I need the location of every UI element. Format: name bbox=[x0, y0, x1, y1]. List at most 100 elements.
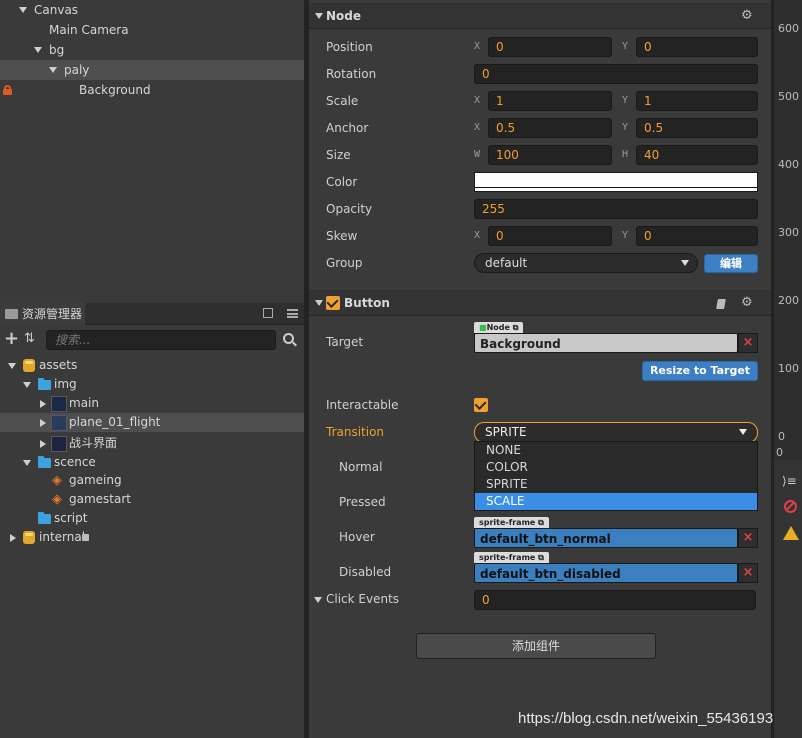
rotation-field[interactable]: 0 bbox=[474, 64, 758, 84]
scene-fire-icon: ◈ bbox=[52, 473, 62, 488]
image-thumbnail-icon bbox=[51, 436, 67, 452]
skew-x-field[interactable]: 0 bbox=[488, 226, 612, 246]
group-select[interactable]: default bbox=[474, 253, 698, 273]
expand-arrow-icon[interactable] bbox=[34, 47, 42, 53]
node-type-tag-label: Node bbox=[486, 323, 510, 332]
hover-sprite-field[interactable]: default_btn_normal bbox=[474, 528, 738, 548]
size-w-label: W bbox=[474, 149, 481, 160]
normal-label: Normal bbox=[339, 460, 383, 474]
book-icon[interactable] bbox=[716, 299, 726, 309]
skew-y-label: Y bbox=[622, 230, 629, 241]
clear-target-icon[interactable]: × bbox=[738, 333, 758, 353]
database-icon bbox=[23, 531, 35, 544]
asset-item-assets[interactable]: assets bbox=[0, 356, 304, 375]
transition-option-scale[interactable]: SCALE bbox=[475, 493, 757, 510]
menu-icon[interactable] bbox=[287, 309, 298, 318]
target-node-field[interactable]: Background bbox=[474, 333, 738, 353]
disabled-sprite-field[interactable]: default_btn_disabled bbox=[474, 563, 738, 583]
collapse-arrow-icon[interactable] bbox=[315, 300, 323, 306]
collapse-arrow-icon[interactable] bbox=[315, 13, 323, 19]
expand-arrow-icon[interactable] bbox=[10, 534, 16, 542]
hover-label: Hover bbox=[339, 530, 375, 544]
folder-icon bbox=[5, 309, 18, 319]
transition-option-color[interactable]: COLOR bbox=[475, 459, 757, 476]
section-title: Button bbox=[344, 296, 390, 310]
expand-arrow-icon[interactable] bbox=[40, 419, 46, 427]
asset-item-scence[interactable]: scence bbox=[0, 453, 304, 472]
position-x-field[interactable]: 0 bbox=[488, 37, 612, 57]
asset-item-img[interactable]: img bbox=[0, 375, 304, 394]
skew-y-field[interactable]: 0 bbox=[636, 226, 758, 246]
color-picker[interactable] bbox=[474, 172, 758, 192]
sort-icon[interactable]: ⇅ bbox=[24, 330, 35, 348]
node-section-header[interactable]: Node ⚙ bbox=[309, 3, 771, 29]
asset-item-gameing[interactable]: ◈ gameing bbox=[0, 471, 304, 490]
clear-hover-icon[interactable]: × bbox=[738, 528, 758, 548]
color-label: Color bbox=[326, 175, 358, 189]
size-w-field[interactable]: 100 bbox=[488, 145, 612, 165]
add-component-button[interactable]: 添加组件 bbox=[416, 633, 656, 659]
collapse-arrow-icon[interactable] bbox=[314, 597, 322, 603]
resize-to-target-button[interactable]: Resize to Target bbox=[642, 361, 758, 381]
transition-label: Transition bbox=[326, 425, 385, 439]
transition-option-none[interactable]: NONE bbox=[475, 442, 757, 459]
search-input[interactable]: 搜索... bbox=[46, 330, 276, 350]
asset-item-main[interactable]: main bbox=[0, 394, 304, 413]
sprite-frame-tag: sprite-frame ⧉ bbox=[474, 517, 549, 528]
scale-x-field[interactable]: 1 bbox=[488, 91, 612, 111]
tree-item-paly[interactable]: paly bbox=[0, 60, 304, 80]
clear-disabled-icon[interactable]: × bbox=[738, 563, 758, 583]
database-icon bbox=[23, 359, 35, 372]
ruler-tick-label: 0 bbox=[778, 430, 785, 443]
expand-arrow-icon[interactable] bbox=[49, 67, 57, 73]
gear-icon[interactable]: ⚙ bbox=[741, 3, 753, 29]
tab-assets[interactable]: 资源管理器 bbox=[0, 303, 85, 325]
folder-icon bbox=[38, 512, 51, 524]
tree-item-main-camera[interactable]: Main Camera bbox=[0, 20, 304, 40]
expand-arrow-icon[interactable] bbox=[40, 440, 46, 448]
rotation-label: Rotation bbox=[326, 67, 377, 81]
opacity-field[interactable]: 255 bbox=[474, 199, 758, 219]
tree-item-canvas[interactable]: Canvas bbox=[0, 0, 304, 20]
expand-arrow-icon[interactable] bbox=[23, 382, 31, 388]
component-enabled-checkbox[interactable] bbox=[326, 296, 340, 310]
chevron-down-icon bbox=[739, 429, 747, 435]
tree-item-bg[interactable]: bg bbox=[0, 40, 304, 60]
search-icon[interactable] bbox=[283, 333, 297, 347]
ruler-tick-label: 500 bbox=[778, 90, 799, 103]
click-events-count-field[interactable]: 0 bbox=[474, 590, 756, 610]
tree-item-label: Background bbox=[79, 83, 151, 97]
warning-filter-icon[interactable] bbox=[783, 526, 799, 540]
opacity-label: Opacity bbox=[326, 202, 373, 216]
anchor-x-field[interactable]: 0.5 bbox=[488, 118, 612, 138]
anchor-y-field[interactable]: 0.5 bbox=[636, 118, 758, 138]
expand-arrow-icon[interactable] bbox=[8, 363, 16, 369]
tab-label: 资源管理器 bbox=[22, 307, 83, 321]
error-filter-icon[interactable] bbox=[784, 500, 797, 513]
asset-item-gamestart[interactable]: ◈ gamestart bbox=[0, 490, 304, 509]
popout-icon[interactable] bbox=[263, 308, 273, 318]
add-icon[interactable]: + bbox=[4, 328, 19, 350]
asset-item-plane-01-flight[interactable]: plane_01_flight bbox=[0, 413, 304, 432]
scale-y-field[interactable]: 1 bbox=[636, 91, 758, 111]
transition-option-sprite[interactable]: SPRITE bbox=[475, 476, 757, 493]
gear-icon[interactable]: ⚙ bbox=[741, 290, 753, 316]
console-prompt-icon[interactable]: ⟩≡ bbox=[782, 474, 797, 488]
interactable-checkbox[interactable] bbox=[474, 398, 488, 412]
button-section-header[interactable]: Button ⚙ bbox=[309, 290, 771, 316]
ruler-tick-label: 100 bbox=[778, 362, 799, 375]
asset-item-internal[interactable]: internal bbox=[0, 528, 304, 547]
position-y-field[interactable]: 0 bbox=[636, 37, 758, 57]
tree-item-background[interactable]: Background bbox=[0, 80, 304, 100]
asset-item-script[interactable]: script bbox=[0, 509, 304, 528]
asset-item-battle-ui[interactable]: 战斗界面 bbox=[0, 434, 304, 453]
transition-select[interactable]: SPRITE bbox=[474, 422, 758, 443]
size-h-field[interactable]: 40 bbox=[636, 145, 758, 165]
expand-arrow-icon[interactable] bbox=[23, 460, 31, 466]
lock-icon[interactable] bbox=[3, 85, 12, 95]
expand-arrow-icon[interactable] bbox=[19, 7, 27, 13]
asset-item-label: 战斗界面 bbox=[69, 436, 118, 450]
edit-group-button[interactable]: 编辑 bbox=[704, 254, 758, 273]
pressed-label: Pressed bbox=[339, 495, 386, 509]
expand-arrow-icon[interactable] bbox=[40, 400, 46, 408]
